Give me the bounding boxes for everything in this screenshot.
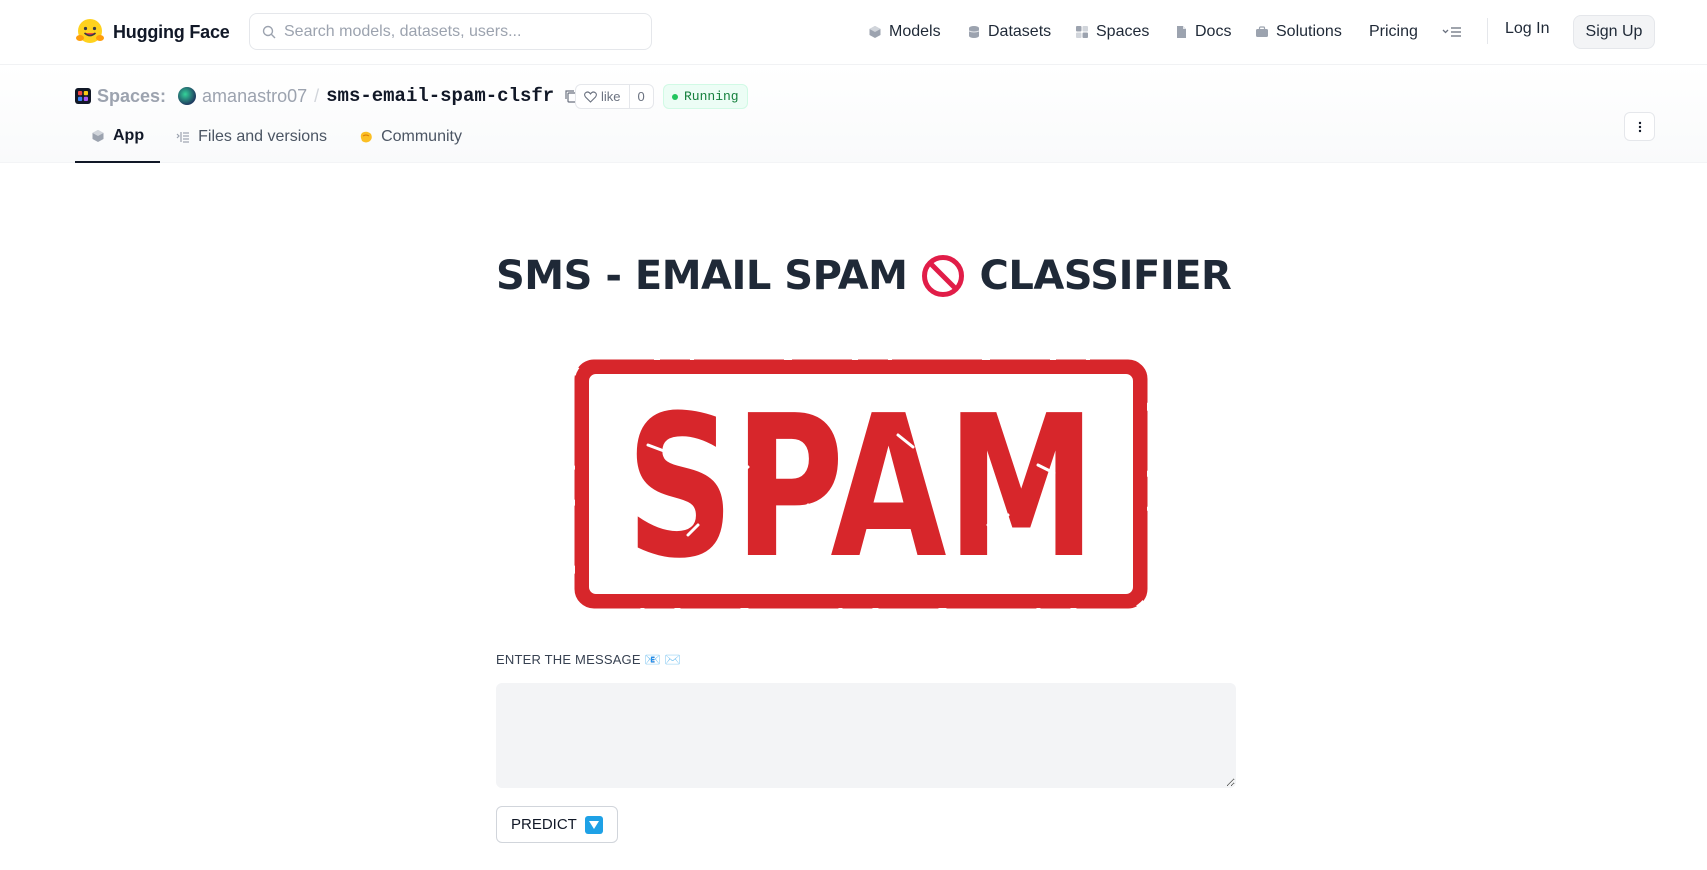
hugging-face-logo-icon <box>76 19 104 43</box>
page-title: SMS - EMAIL SPAM CLASSIFIER <box>496 253 1232 299</box>
title-left: SMS - EMAIL SPAM <box>496 253 908 299</box>
nav-divider <box>1487 18 1488 44</box>
hugging-face-logo[interactable]: Hugging Face <box>75 17 230 47</box>
cube-icon <box>92 130 104 142</box>
community-icon <box>360 131 372 143</box>
signup-button[interactable]: Sign Up <box>1573 15 1655 49</box>
down-arrow-icon <box>584 815 603 834</box>
breadcrumb: Spaces: amanastro07 / sms-email-spam-cls… <box>75 81 579 111</box>
login-link[interactable]: Log In <box>1505 20 1549 38</box>
search-box[interactable] <box>249 13 652 50</box>
message-input-label: ENTER THE MESSAGE 📧 ✉️ <box>496 652 682 667</box>
docs-icon <box>1177 26 1186 38</box>
search-input[interactable] <box>284 22 624 41</box>
nav-datasets-label: Datasets <box>988 23 1052 40</box>
spaces-section-link[interactable]: Spaces: <box>97 86 166 107</box>
like-label: like <box>601 89 621 104</box>
cube-icon <box>869 26 881 38</box>
nav-more-menu[interactable] <box>1442 20 1462 44</box>
status-label: Running <box>684 89 739 104</box>
heart-icon <box>584 90 597 103</box>
space-owner-link[interactable]: amanastro07 <box>202 86 307 107</box>
search-icon <box>262 25 276 38</box>
title-right: CLASSIFIER <box>979 253 1232 299</box>
brand-name: Hugging Face <box>113 21 230 42</box>
status-badge: Running <box>663 84 748 109</box>
menu-chevron-icon <box>1442 27 1461 37</box>
spaces-icon <box>75 88 91 104</box>
nav-solutions-label: Solutions <box>1276 23 1342 40</box>
nav-solutions[interactable]: Solutions <box>1255 20 1342 44</box>
nav-models-label: Models <box>889 23 941 40</box>
tab-app-label: App <box>113 127 145 144</box>
like-widget: like 0 <box>575 84 654 109</box>
tab-files-label: Files and versions <box>198 128 328 145</box>
tab-community[interactable]: Community <box>343 111 478 163</box>
breadcrumb-separator: / <box>314 85 320 106</box>
files-icon <box>176 132 190 143</box>
status-dot-icon <box>672 93 678 100</box>
space-name-link[interactable]: sms-email-spam-clsfr <box>326 85 554 107</box>
tab-files-and-versions[interactable]: Files and versions <box>160 111 343 163</box>
briefcase-icon <box>1256 26 1268 37</box>
like-count[interactable]: 0 <box>630 85 653 108</box>
nav-docs-label: Docs <box>1195 23 1232 40</box>
nav-docs[interactable]: Docs <box>1174 20 1231 44</box>
top-navbar: Hugging Face Models Datasets Spaces Docs… <box>0 0 1707 65</box>
avatar <box>178 87 197 105</box>
vertical-dots-icon <box>1638 121 1641 132</box>
predict-button-label: PREDICT <box>511 816 577 833</box>
nav-models[interactable]: Models <box>868 20 941 44</box>
message-input[interactable] <box>496 683 1236 788</box>
space-header: Spaces: amanastro07 / sms-email-spam-cls… <box>0 65 1707 163</box>
nav-spaces[interactable]: Spaces <box>1075 20 1149 44</box>
predict-button[interactable]: PREDICT <box>496 806 618 843</box>
grid-icon <box>1076 26 1088 38</box>
nav-pricing-label: Pricing <box>1369 23 1418 40</box>
like-button[interactable]: like <box>576 85 630 108</box>
spam-stamp-text: SPAM <box>626 374 1096 602</box>
database-icon <box>968 26 980 38</box>
space-tabs: App Files and versions Community <box>75 111 478 163</box>
more-options-button[interactable] <box>1624 112 1655 141</box>
prohibited-icon <box>922 255 965 297</box>
nav-spaces-label: Spaces <box>1096 23 1150 40</box>
nav-datasets[interactable]: Datasets <box>967 20 1051 44</box>
tab-community-label: Community <box>381 128 462 145</box>
tab-app[interactable]: App <box>75 111 161 163</box>
nav-pricing[interactable]: Pricing <box>1369 20 1418 44</box>
